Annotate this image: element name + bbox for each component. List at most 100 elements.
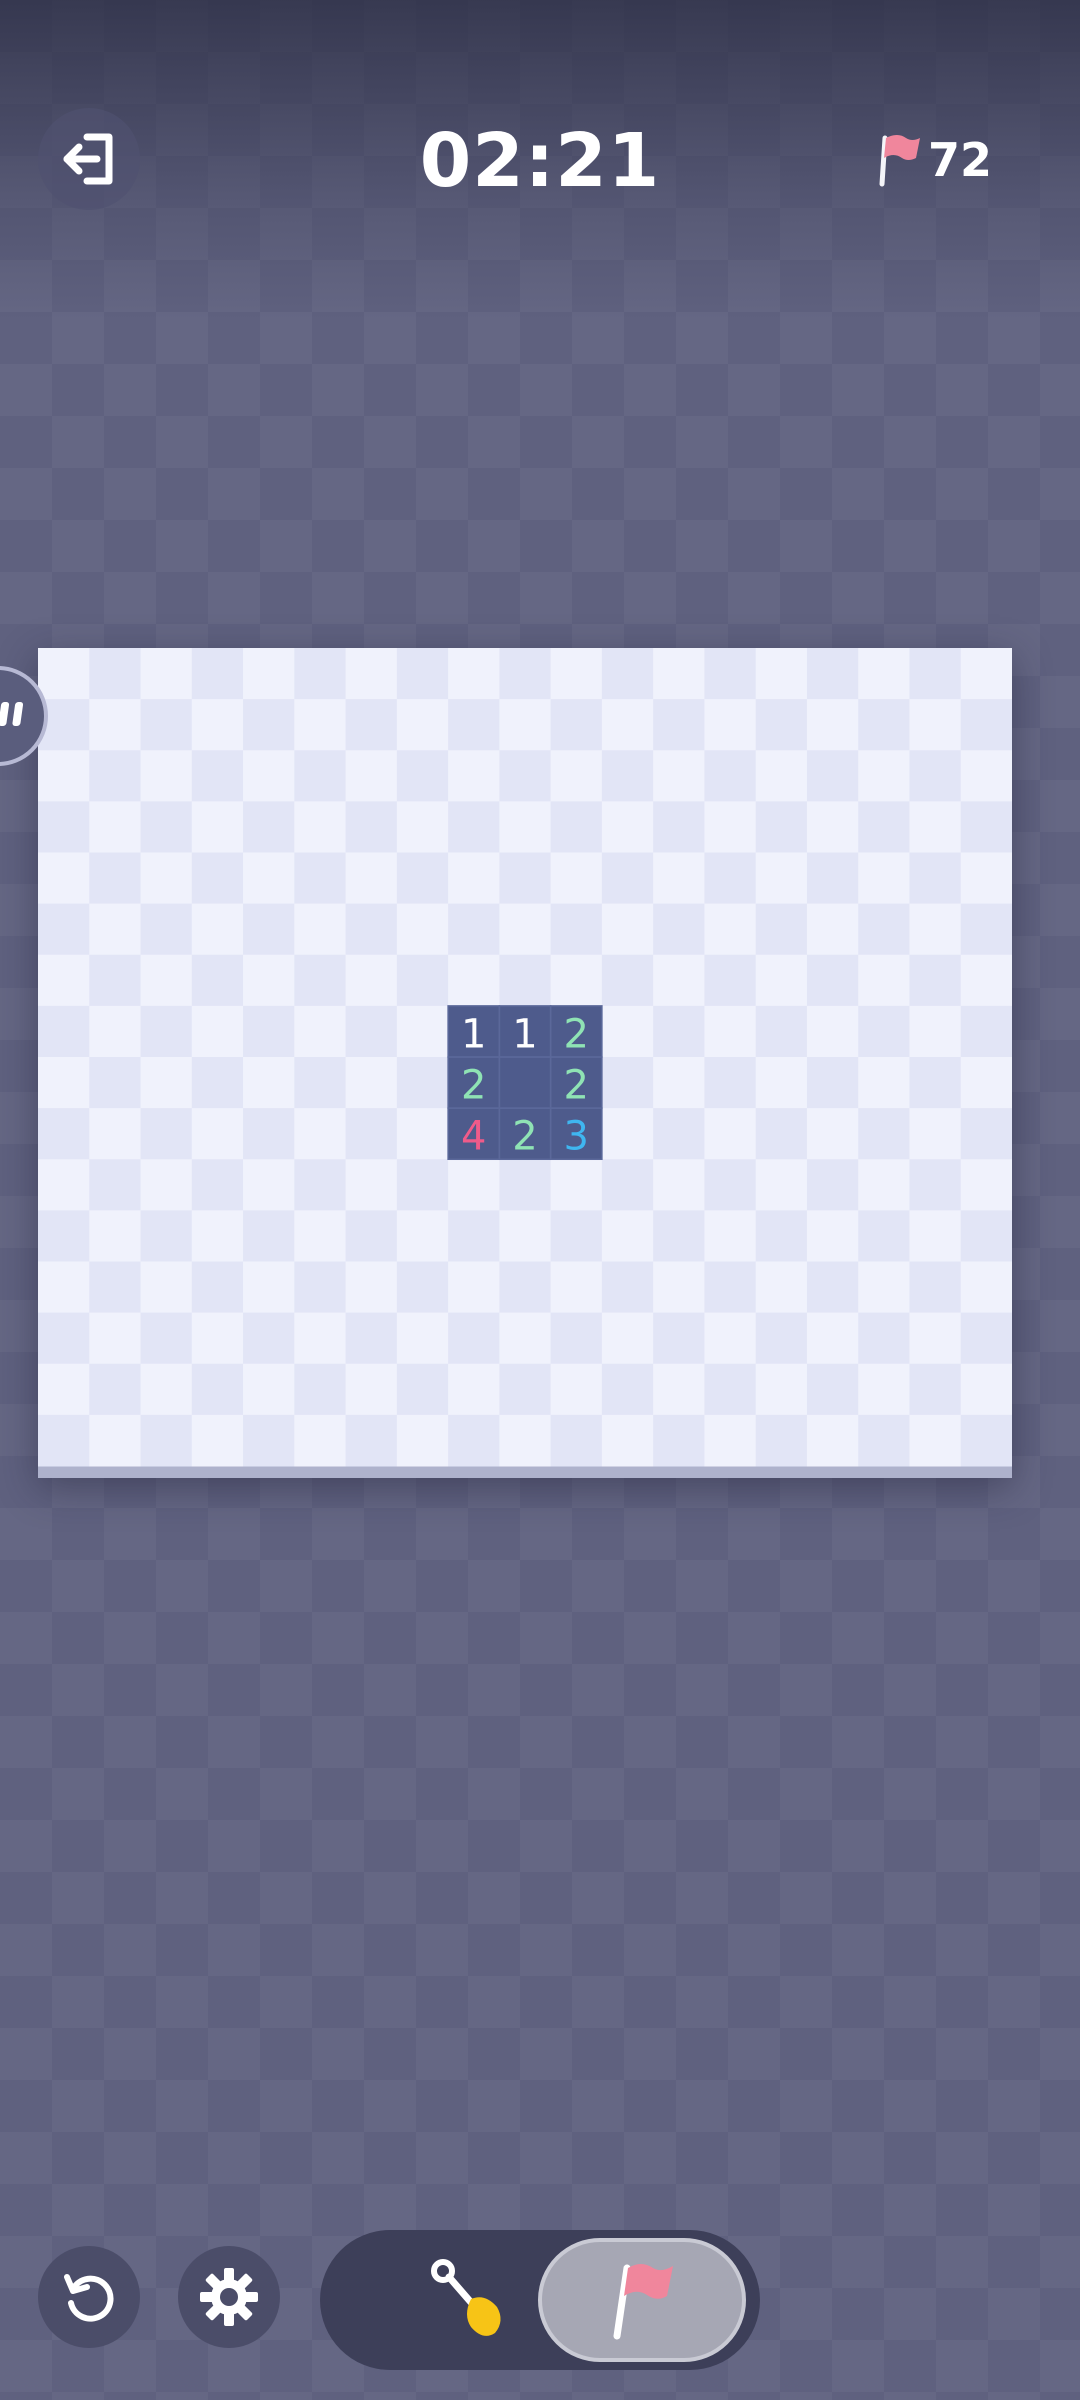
- hidden-cell[interactable]: [909, 1057, 962, 1109]
- hidden-cell[interactable]: [89, 699, 142, 751]
- hidden-cell[interactable]: [191, 1159, 244, 1211]
- settings-button[interactable]: [178, 2246, 280, 2348]
- hidden-cell[interactable]: [601, 1414, 654, 1467]
- hidden-cell[interactable]: [396, 1414, 449, 1467]
- hidden-cell[interactable]: [960, 903, 1012, 956]
- flag-mode-button[interactable]: [538, 2238, 746, 2362]
- hidden-cell[interactable]: [806, 1312, 859, 1365]
- hidden-cell[interactable]: [243, 1108, 295, 1160]
- hidden-cell[interactable]: [396, 1108, 449, 1160]
- hidden-cell[interactable]: [704, 648, 757, 700]
- hidden-cell[interactable]: [806, 1261, 859, 1314]
- hidden-cell[interactable]: [499, 801, 552, 854]
- hidden-cell[interactable]: [243, 648, 295, 700]
- hidden-cell[interactable]: [704, 1261, 757, 1314]
- hidden-cell[interactable]: [448, 1312, 500, 1365]
- hidden-cell[interactable]: [294, 1312, 347, 1365]
- hidden-cell[interactable]: [909, 750, 962, 802]
- revealed-cell[interactable]: [499, 1057, 552, 1109]
- hidden-cell[interactable]: [38, 1057, 90, 1109]
- hidden-cell[interactable]: [243, 1159, 295, 1211]
- hidden-cell[interactable]: [704, 1312, 757, 1365]
- hidden-cell[interactable]: [550, 1261, 603, 1314]
- hidden-cell[interactable]: [89, 1159, 142, 1211]
- hidden-cell[interactable]: [89, 1210, 142, 1263]
- hidden-cell[interactable]: [396, 1210, 449, 1263]
- hidden-cell[interactable]: [806, 1414, 859, 1467]
- hidden-cell[interactable]: [396, 1005, 449, 1058]
- hidden-cell[interactable]: [191, 852, 244, 905]
- hidden-cell[interactable]: [243, 1210, 295, 1263]
- hidden-cell[interactable]: [294, 1261, 347, 1314]
- hidden-cell[interactable]: [243, 903, 295, 956]
- hidden-cell[interactable]: [140, 903, 193, 956]
- hidden-cell[interactable]: [704, 954, 757, 1007]
- hidden-cell[interactable]: [396, 1057, 449, 1109]
- hidden-cell[interactable]: [191, 903, 244, 956]
- hidden-cell[interactable]: [960, 699, 1012, 751]
- hidden-cell[interactable]: [806, 1159, 859, 1211]
- hidden-cell[interactable]: [448, 1159, 500, 1211]
- hidden-cell[interactable]: [960, 750, 1012, 802]
- hidden-cell[interactable]: [704, 1005, 757, 1058]
- hidden-cell[interactable]: [38, 648, 90, 700]
- hidden-cell[interactable]: [294, 1363, 347, 1416]
- hidden-cell[interactable]: [601, 648, 654, 700]
- hidden-cell[interactable]: [909, 1108, 962, 1160]
- hidden-cell[interactable]: [294, 1414, 347, 1467]
- hidden-cell[interactable]: [960, 1159, 1012, 1211]
- hidden-cell[interactable]: [909, 1210, 962, 1263]
- hidden-cell[interactable]: [294, 1159, 347, 1211]
- hidden-cell[interactable]: [960, 1261, 1012, 1314]
- hidden-cell[interactable]: [89, 1414, 142, 1467]
- hidden-cell[interactable]: [704, 1210, 757, 1263]
- hidden-cell[interactable]: [294, 954, 347, 1007]
- hidden-cell[interactable]: [396, 750, 449, 802]
- hidden-cell[interactable]: [909, 648, 962, 700]
- hidden-cell[interactable]: [140, 1108, 193, 1160]
- hidden-cell[interactable]: [704, 699, 757, 751]
- hidden-cell[interactable]: [755, 801, 808, 854]
- hidden-cell[interactable]: [89, 954, 142, 1007]
- hidden-cell[interactable]: [243, 1363, 295, 1416]
- hidden-cell[interactable]: [909, 1312, 962, 1365]
- hidden-cell[interactable]: [499, 648, 552, 700]
- hidden-cell[interactable]: [755, 1261, 808, 1314]
- hidden-cell[interactable]: [755, 1057, 808, 1109]
- hidden-cell[interactable]: [448, 903, 500, 956]
- hidden-cell[interactable]: [550, 801, 603, 854]
- hidden-cell[interactable]: [294, 1057, 347, 1109]
- hidden-cell[interactable]: [396, 801, 449, 854]
- hidden-cell[interactable]: [191, 801, 244, 854]
- hidden-cell[interactable]: [704, 1057, 757, 1109]
- hidden-cell[interactable]: [858, 1261, 910, 1314]
- hidden-cell[interactable]: [858, 1005, 910, 1058]
- hidden-cell[interactable]: [243, 750, 295, 802]
- hidden-cell[interactable]: [448, 648, 500, 700]
- hidden-cell[interactable]: [960, 801, 1012, 854]
- hidden-cell[interactable]: [806, 1057, 859, 1109]
- hidden-cell[interactable]: [960, 1210, 1012, 1263]
- hidden-cell[interactable]: [653, 954, 705, 1007]
- hidden-cell[interactable]: [806, 801, 859, 854]
- hidden-cell[interactable]: [243, 852, 295, 905]
- hidden-cell[interactable]: [140, 648, 193, 700]
- hidden-cell[interactable]: [806, 750, 859, 802]
- hidden-cell[interactable]: [499, 852, 552, 905]
- hidden-cell[interactable]: [499, 750, 552, 802]
- hidden-cell[interactable]: [858, 852, 910, 905]
- hidden-cell[interactable]: [704, 852, 757, 905]
- hidden-cell[interactable]: [550, 648, 603, 700]
- hidden-cell[interactable]: [755, 1005, 808, 1058]
- hidden-cell[interactable]: [448, 1261, 500, 1314]
- hidden-cell[interactable]: [191, 954, 244, 1007]
- hidden-cell[interactable]: [294, 648, 347, 700]
- hidden-cell[interactable]: [38, 1210, 90, 1263]
- exit-button[interactable]: [38, 108, 140, 210]
- restart-button[interactable]: [38, 2246, 140, 2348]
- hidden-cell[interactable]: [38, 1363, 90, 1416]
- hidden-cell[interactable]: [550, 1159, 603, 1211]
- hidden-cell[interactable]: [345, 1005, 398, 1058]
- hidden-cell[interactable]: [243, 1005, 295, 1058]
- hidden-cell[interactable]: [653, 801, 705, 854]
